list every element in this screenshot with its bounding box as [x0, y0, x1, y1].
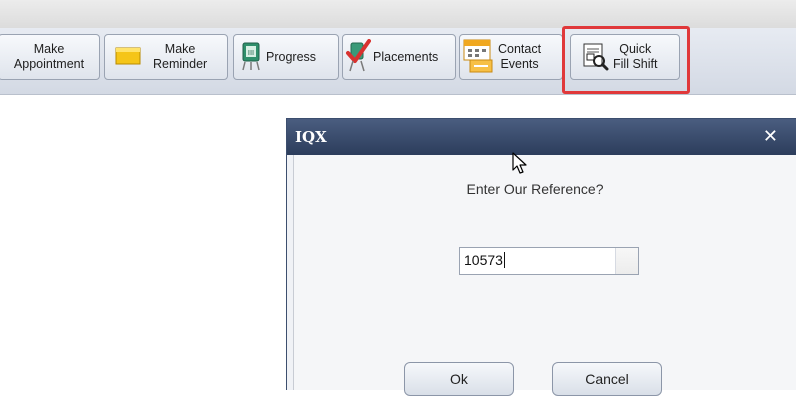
make-appointment-button[interactable]: Make Appointment [0, 34, 100, 80]
cancel-button-label: Cancel [585, 371, 629, 387]
quick-fill-shift-label-line2: Fill Shift [613, 57, 658, 71]
placements-label: Placements [373, 50, 439, 64]
cancel-button[interactable]: Cancel [552, 362, 662, 396]
make-reminder-button[interactable]: Make Reminder [104, 34, 228, 80]
quick-fill-shift-label-line1: Quick [619, 42, 652, 56]
contact-events-label-line2: Events [500, 57, 539, 71]
ok-button[interactable]: Ok [404, 362, 514, 396]
quick-fill-document-icon [579, 41, 609, 74]
contact-events-label-line1: Contact [498, 42, 542, 56]
make-reminder-label-line2: Reminder [153, 57, 208, 71]
text-caret [503, 252, 505, 268]
ok-button-label: Ok [450, 371, 468, 387]
placement-check-icon [345, 38, 371, 76]
iqx-dialog: IQX ✕ Enter Our Reference? 10573 Ok Canc… [286, 118, 796, 396]
sticky-note-icon [115, 47, 141, 68]
dialog-body: Enter Our Reference? 10573 Ok Cancel [293, 155, 796, 396]
progress-chart-icon: III [240, 41, 262, 74]
dialog-title: IQX [295, 128, 327, 146]
contact-events-button[interactable]: Contact Events [459, 34, 563, 80]
progress-label: Progress [266, 50, 317, 64]
our-reference-input[interactable]: 10573 [459, 247, 639, 275]
quick-fill-shift-button[interactable]: Quick Fill Shift [570, 34, 680, 80]
make-appointment-label-line1: Make [33, 42, 65, 56]
top-menu-strip [0, 0, 796, 29]
placements-button[interactable]: Placements [342, 34, 456, 80]
svg-text:III: III [248, 49, 254, 57]
input-spinner[interactable] [615, 248, 638, 274]
make-reminder-label-line1: Make [164, 42, 196, 56]
our-reference-value: 10573 [464, 252, 503, 268]
make-appointment-label-line2: Appointment [13, 57, 85, 71]
close-icon[interactable]: ✕ [763, 126, 778, 147]
calendar-icon [462, 38, 496, 77]
dialog-title-bar[interactable]: IQX ✕ [287, 119, 796, 155]
reference-prompt: Enter Our Reference? [466, 181, 604, 197]
progress-button[interactable]: III Progress [233, 34, 339, 80]
toolbar: Make Appointment Make Reminder III Progr… [0, 28, 796, 95]
